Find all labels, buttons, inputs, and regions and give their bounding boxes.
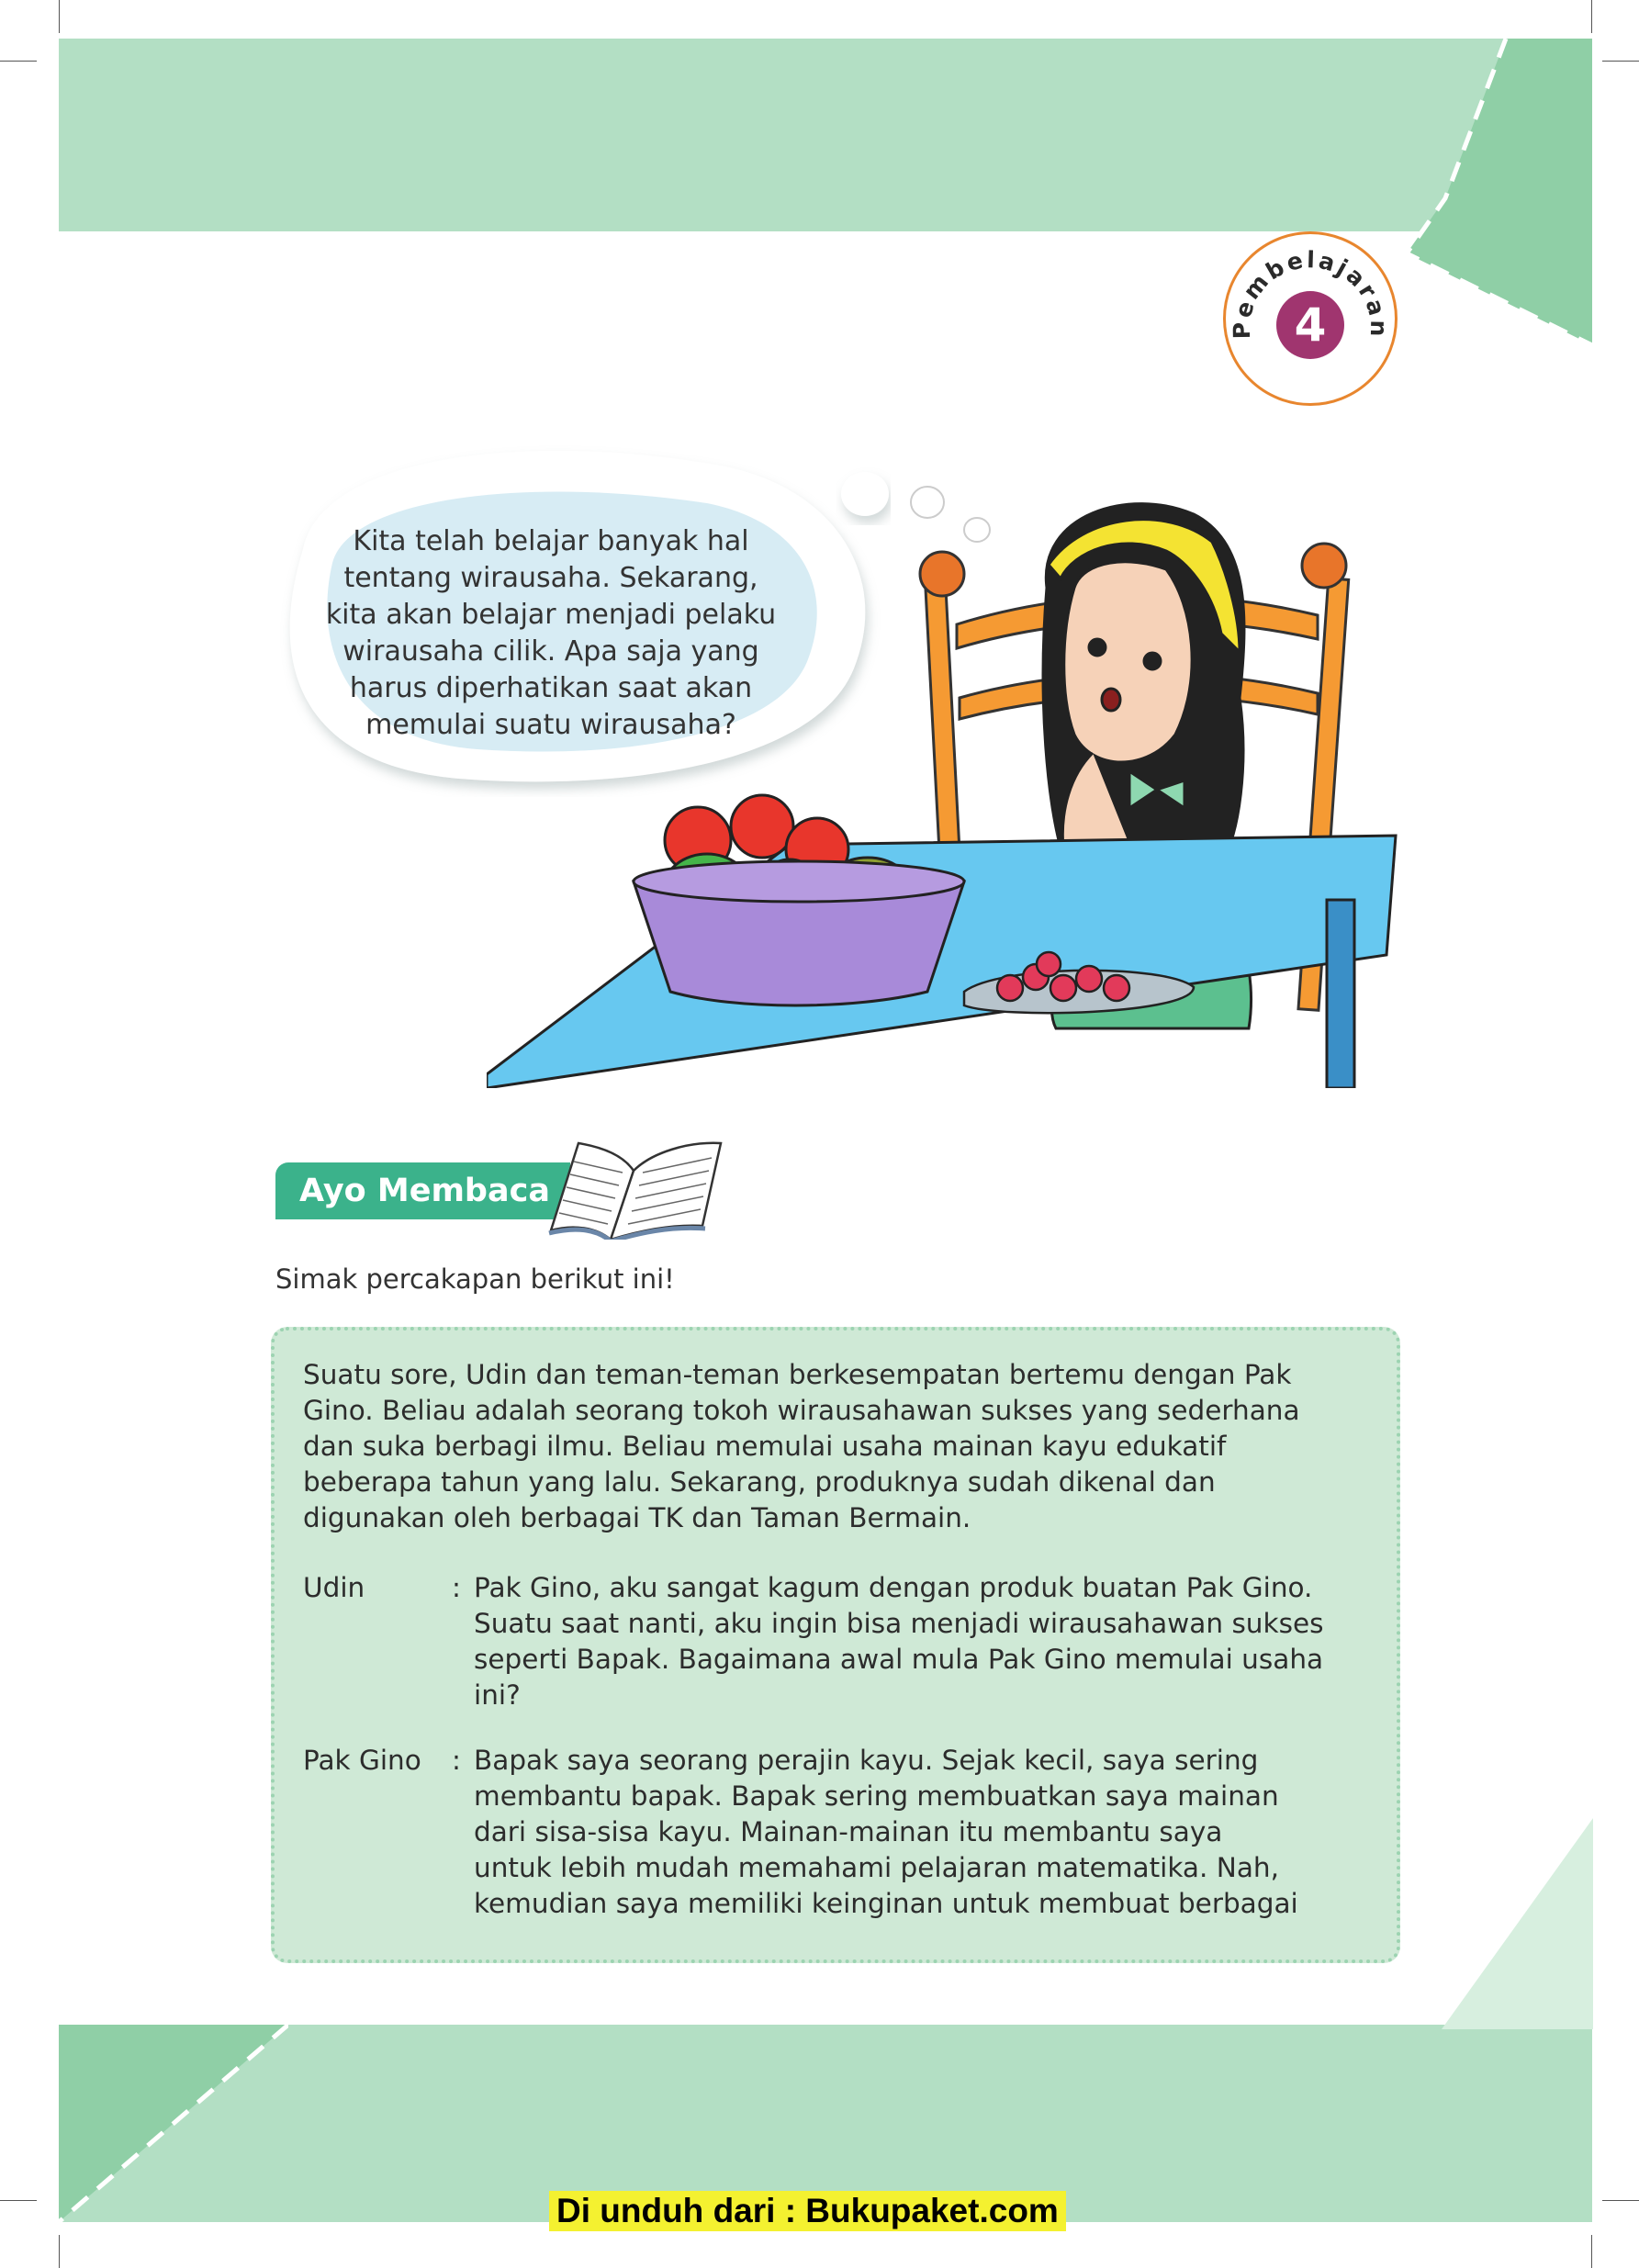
crop-mark (1602, 61, 1639, 62)
dialogue-line: Suatu saat nanti, aku ingin bisa menjadi… (474, 1608, 1324, 1639)
dialogue-line: Pak Gino, aku sangat kagum dengan produk… (474, 1572, 1313, 1603)
dialogue-line: untuk lebih mudah memahami pelajaran mat… (474, 1852, 1279, 1883)
speaker-pak-gino: Pak Gino (303, 1745, 421, 1776)
girl-at-table-illustration (487, 502, 1398, 1088)
dialogue-line: membantu bapak. Bapak sering membuatkan … (474, 1780, 1279, 1812)
text-line: Gino. Beliau adalah seorang tokoh wiraus… (303, 1395, 1300, 1426)
crop-mark (1591, 0, 1592, 33)
crop-mark (0, 61, 37, 62)
text-line: beberapa tahun yang lalu. Sekarang, prod… (303, 1466, 1216, 1498)
fruit-basket-illustration (631, 793, 967, 1007)
crop-mark (59, 0, 60, 33)
text-line: digunakan oleh berbagai TK dan Taman Ber… (303, 1502, 971, 1533)
open-book-icon (548, 1141, 723, 1240)
lesson-badge: Pembelajaran 4 (1223, 231, 1398, 406)
dialogue-line: seperti Bapak. Bagaimana awal mula Pak G… (474, 1644, 1324, 1675)
dialogue-colon: : (452, 1745, 461, 1776)
speaker-udin: Udin (303, 1572, 365, 1603)
corner-decoration-right (1442, 1818, 1593, 2029)
dialogue-line: dari sisa-sisa kayu. Mainan-mainan itu m… (474, 1816, 1223, 1847)
instruction-text: Simak percakapan berikut ini! (275, 1263, 675, 1295)
crop-mark (0, 2200, 37, 2201)
section-title-badge: Ayo Membaca (275, 1162, 570, 1219)
text-line: dan suka berbagi ilmu. Beliau memulai us… (303, 1431, 1227, 1462)
crop-mark (1602, 2200, 1639, 2201)
corner-decoration-top (1403, 38, 1594, 345)
download-source-label: Di unduh dari : Bukupaket.com (549, 2191, 1066, 2231)
dialogue-line: Bapak saya seorang perajin kayu. Sejak k… (474, 1745, 1259, 1776)
crop-mark (59, 2235, 60, 2268)
dialogue-line: kemudian saya memiliki keinginan untuk m… (474, 1888, 1298, 1919)
corner-decoration-bottom-left (59, 2025, 288, 2222)
text-line: Suatu sore, Udin dan teman-teman berkese… (303, 1359, 1292, 1390)
intro-paragraph: Suatu sore, Udin dan teman-teman berkese… (303, 1357, 1368, 1536)
lesson-number: 4 (1276, 291, 1344, 359)
crop-mark (1591, 2235, 1592, 2268)
dialogue-colon: : (452, 1572, 461, 1603)
dialogue-line: ini? (474, 1679, 521, 1711)
header-band (59, 39, 1592, 231)
